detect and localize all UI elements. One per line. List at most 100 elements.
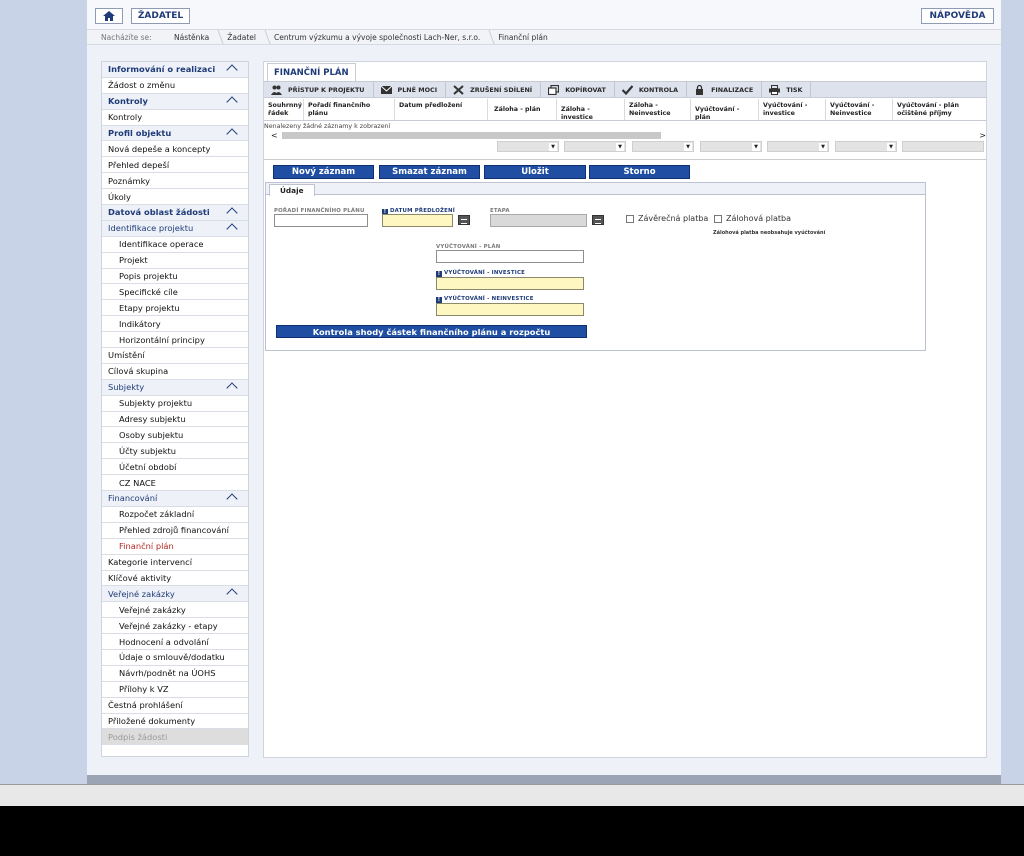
sidebar-item-17[interactable]: Horizontální principy [102,332,248,349]
horizontal-scrollbar[interactable]: < > [271,131,986,140]
filter-vyuct-plan-prijmy[interactable] [902,141,984,152]
chevron-up-icon[interactable] [226,493,238,505]
sidebar-item-3[interactable]: Kontroly [102,110,248,126]
vyuct-investice-input[interactable] [436,277,584,290]
cancel-sharing-button[interactable]: ZRUŠENÍ SDÍLENÍ [446,82,542,97]
scroll-right-arrow[interactable]: > [979,131,986,140]
sidebar-item-31[interactable]: Kategorie intervencí [102,555,248,571]
filter-zaloha-neinvestice[interactable]: ▼ [632,141,694,152]
column-header-zaloha-investice[interactable]: Záloha - investice [557,99,625,120]
filter-vyuct-plan[interactable]: ▼ [700,141,762,152]
sidebar-item-12[interactable]: Projekt [102,253,248,269]
sidebar-item-4[interactable]: Profil objektu [102,125,248,142]
scroll-left-arrow[interactable]: < [271,131,278,140]
sidebar-item-29[interactable]: Přehled zdrojů financování [102,523,248,539]
sidebar-item-13[interactable]: Popis projektu [102,269,248,285]
column-header-vyuct-investice[interactable]: Vyúčtování - investice [759,99,826,120]
sidebar-item-38[interactable]: Návrh/podnět na ÚOHS [102,666,248,682]
vyuct-neinvestice-input[interactable] [436,303,584,316]
zaverecna-checkbox[interactable] [626,215,634,223]
sidebar-item-24[interactable]: Účty subjektu [102,443,248,460]
sidebar-item-9[interactable]: Datová oblast žádosti [102,205,248,221]
sidebar-item-5[interactable]: Nová depeše a koncepty [102,141,248,158]
sidebar-item-32[interactable]: Klíčové aktivity [102,571,248,587]
sidebar-item-6[interactable]: Přehled depeší [102,157,248,174]
sidebar-item-28[interactable]: Rozpočet základní [102,507,248,523]
sidebar-item-21[interactable]: Subjekty projektu [102,396,248,412]
sidebar-item-26[interactable]: CZ NACE [102,475,248,492]
column-header-poradi[interactable]: Pořadí finančního plánu [304,99,395,120]
power-of-attorney-button[interactable]: PLNÉ MOCI [374,82,447,97]
filter-vyuct-investice[interactable]: ▼ [767,141,829,152]
sidebar-item-25[interactable]: Účetní období [102,459,248,476]
tab-udaje[interactable]: Údaje [269,184,315,196]
sidebar-item-20[interactable]: Subjekty [102,379,248,396]
chevron-up-icon[interactable] [226,96,238,108]
chevron-up-icon[interactable] [226,64,238,76]
scroll-track[interactable] [281,132,972,139]
sidebar-item-39[interactable]: Přílohy k VZ [102,682,248,698]
datum-input[interactable] [382,214,453,227]
filter-vyuct-neinvestice[interactable]: ▼ [835,141,897,152]
chevron-up-icon[interactable] [226,223,238,235]
column-header-zaloha-neinvestice[interactable]: Záloha - Neinvestice [625,99,691,120]
sidebar-item-30[interactable]: Finanční plán [102,539,248,555]
sidebar-item-14[interactable]: Specifické cíle [102,284,248,301]
scroll-thumb[interactable] [281,132,661,139]
sidebar-item-1[interactable]: Žádost o změnu [102,78,248,94]
chevron-up-icon[interactable] [226,207,238,219]
check-consistency-button[interactable]: Kontrola shody částek finančního plánu a… [276,325,587,338]
zalohova-checkbox[interactable] [714,215,722,223]
sidebar-item-37[interactable]: Údaje o smlouvě/dodatku [102,650,248,666]
sidebar-item-27[interactable]: Financování [102,491,248,507]
column-header-datum[interactable]: Datum předložení [395,99,488,120]
sidebar-item-22[interactable]: Adresy subjektu [102,412,248,428]
sidebar-item-18[interactable]: Umístění [102,348,248,364]
sidebar-item-15[interactable]: Etapy projektu [102,300,248,317]
column-header-zaloha-plan[interactable]: Záloha - plán [488,99,557,120]
sidebar-item-33[interactable]: Veřejné zakázky [102,586,248,603]
sidebar-item-19[interactable]: Cílová skupina [102,364,248,380]
sidebar-item-36[interactable]: Hodnocení a odvolání [102,634,248,650]
chevron-up-icon[interactable] [226,382,238,394]
save-button[interactable]: Uložit [484,165,586,179]
column-header-vyuct-plan-prijmy[interactable]: Vyúčtování - plán očištěné příjmy [893,99,986,120]
filter-zaloha-plan[interactable]: ▼ [497,141,559,152]
breadcrumb-item-zadatel[interactable]: Žadatel [218,33,265,42]
sidebar-item-0[interactable]: Informování o realizaci [102,62,248,78]
tab-financni-plan[interactable]: FINANČNÍ PLÁN [267,63,356,81]
kontrola-button[interactable]: KONTROLA [615,82,688,97]
cancel-button[interactable]: Storno [589,165,690,179]
filter-zaloha-investice[interactable]: ▼ [564,141,626,152]
sidebar-item-35[interactable]: Veřejné zakázky - etapy [102,618,248,635]
sidebar-item-8[interactable]: Úkoly [102,189,248,206]
column-header-vyuct-plan[interactable]: Vyúčtování - plán [691,99,759,120]
home-button[interactable] [95,8,123,24]
new-record-button[interactable]: Nový záznam [273,165,374,179]
sidebar-item-41[interactable]: Přiložené dokumenty [102,714,248,730]
zadatel-button[interactable]: ŽADATEL [131,8,190,24]
column-header-vyuct-neinvestice[interactable]: Vyúčtování - Neinvestice [826,99,893,120]
sidebar-item-23[interactable]: Osoby subjektu [102,427,248,444]
breadcrumb-item-nastenka[interactable]: Nástěnka [165,33,218,42]
delete-record-button[interactable]: Smazat záznam [379,165,480,179]
list-picker-icon[interactable] [592,215,604,225]
project-access-button[interactable]: PŘÍSTUP K PROJEKTU [264,82,374,97]
poradi-input[interactable] [274,214,368,227]
sidebar-item-11[interactable]: Identifikace operace [102,237,248,253]
print-button[interactable]: TISK [762,82,812,97]
sidebar-item-16[interactable]: Indikátory [102,316,248,333]
finalizace-button[interactable]: FINALIZACE [687,82,763,97]
sidebar-item-10[interactable]: Identifikace projektu [102,220,248,237]
copy-button[interactable]: KOPÍROVAT [541,82,615,97]
etapa-input[interactable] [490,214,587,227]
sidebar-item-40[interactable]: Čestná prohlášení [102,698,248,714]
calendar-icon[interactable] [458,215,470,225]
chevron-up-icon[interactable] [226,127,238,140]
sidebar-item-7[interactable]: Poznámky [102,173,248,190]
sidebar-item-34[interactable]: Veřejné zakázky [102,602,248,619]
vyuct-plan-input[interactable] [436,250,584,263]
help-button[interactable]: NÁPOVĚDA [921,8,994,24]
sidebar-item-2[interactable]: Kontroly [102,93,248,110]
column-header-summary[interactable]: Souhrnný řádek [264,99,304,120]
